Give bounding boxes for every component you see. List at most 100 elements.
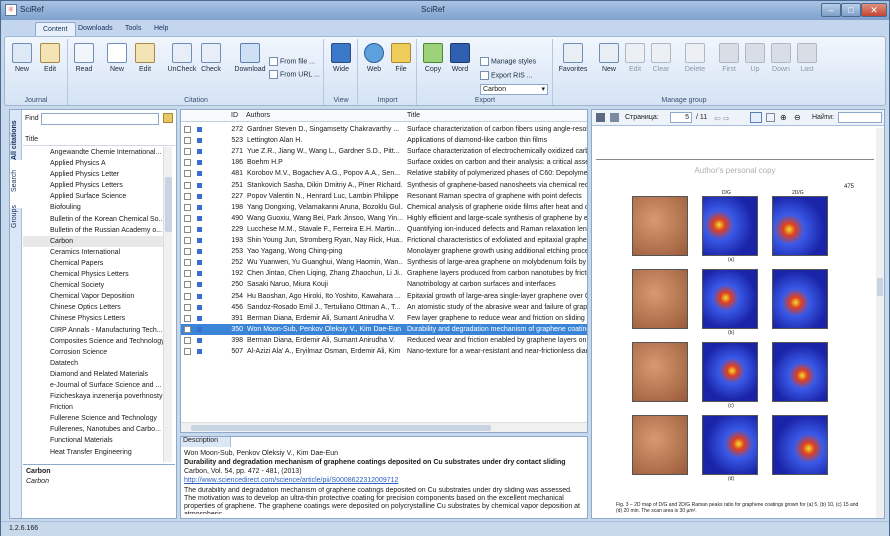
scroll-thumb[interactable] (877, 278, 883, 296)
list-item[interactable]: Corrosion Science (23, 347, 171, 358)
group-edit-button[interactable]: Edit (622, 43, 648, 73)
list-item[interactable]: Applied Surface Science (23, 191, 171, 202)
list-item[interactable]: Friction (23, 402, 171, 413)
table-row[interactable]: 398 Berman Diana, Erdemir Ali, Sumant Ani… (181, 335, 587, 346)
row-checkbox[interactable] (184, 137, 191, 145)
list-item[interactable]: Chemical Vapor Deposition (23, 291, 171, 302)
export-ris-button[interactable]: Export RIS ... (480, 71, 533, 80)
style-select[interactable]: Carbon ▾ (480, 84, 548, 95)
minimize-button[interactable]: – (821, 3, 841, 17)
journal-new-button[interactable]: New (9, 43, 35, 73)
last-button[interactable]: Last (794, 43, 820, 73)
row-checkbox[interactable] (184, 214, 191, 222)
check-button[interactable]: Check (198, 43, 224, 73)
fit-page-icon[interactable] (750, 112, 762, 123)
table-row[interactable]: 229 Lucchese M.M., Stavale F., Ferreira E… (181, 224, 587, 235)
row-checkbox[interactable] (184, 148, 191, 156)
read-button[interactable]: Read (71, 43, 97, 73)
pdf-find-input[interactable] (838, 112, 882, 123)
tab-tools[interactable]: Tools (118, 22, 148, 36)
tab-groups[interactable]: Groups (10, 205, 22, 258)
table-row[interactable]: 251 Stankovich Sasha, Dikin Dmitriy A., P… (181, 180, 587, 191)
table-row[interactable]: 391 Berman Diana, Erdemir Ali, Sumant Ani… (181, 313, 587, 324)
from-url-button[interactable]: From URL ... (269, 70, 320, 79)
list-item[interactable]: Bulletin of the Russian Academy o... (23, 225, 171, 236)
row-checkbox[interactable] (184, 170, 191, 178)
first-button[interactable]: First (716, 43, 742, 73)
list-item[interactable]: Datatech (23, 358, 171, 369)
page-input[interactable]: 5 (670, 112, 692, 123)
from-file-button[interactable]: From file ... (269, 57, 315, 66)
row-checkbox[interactable] (184, 270, 191, 278)
list-item[interactable]: Functional Materials (23, 435, 171, 446)
maximize-button[interactable]: □ (841, 3, 861, 17)
eraser-icon[interactable] (163, 113, 173, 123)
row-checkbox[interactable] (184, 303, 191, 311)
zoom-in-icon[interactable]: ⊕ (780, 113, 787, 122)
zoom-out-icon[interactable]: ⊖ (794, 113, 801, 122)
list-item[interactable]: Chemical Society (23, 280, 171, 291)
journal-scrollbar[interactable] (163, 147, 172, 462)
list-item[interactable]: Fizicheskaya inzenerija poverhnosty (23, 391, 171, 402)
horizontal-scrollbar[interactable] (181, 422, 587, 432)
import-web-button[interactable]: Web (361, 43, 387, 73)
pdf-scrollbar[interactable] (876, 128, 884, 518)
id-column-header[interactable]: ID (231, 112, 238, 119)
row-checkbox[interactable] (184, 126, 191, 133)
table-row[interactable]: 490 Wang Guoxiu, Wang Bei, Park Jinsoo, W… (181, 213, 587, 224)
group-new-button[interactable]: New (596, 43, 622, 73)
table-row[interactable]: 253 Yao Yagang, Wong Ching-ping Monolayer … (181, 246, 587, 257)
list-item[interactable]: Biofouling (23, 202, 171, 213)
fit-width-icon[interactable] (766, 113, 775, 122)
nav-arrows-icon[interactable]: ⇦ ⇨ (714, 114, 730, 123)
table-row[interactable]: 271 Yue Z.R., Jiang W., Wang L., Gardner … (181, 146, 587, 157)
copy-button[interactable]: Copy (420, 43, 446, 73)
tab-description[interactable]: Description (181, 437, 231, 447)
import-file-button[interactable]: File (388, 43, 414, 73)
list-item[interactable]: Bulletin of the Korean Chemical So... (23, 214, 171, 225)
desc-link[interactable]: http://www.sciencedirect.com/science/art… (184, 476, 584, 485)
list-item[interactable]: Chemical Physics Letters (23, 269, 171, 280)
list-item[interactable]: Fullerenes, Nanotubes and Carbo... (23, 424, 171, 435)
row-checkbox[interactable] (184, 325, 191, 333)
title-column-header[interactable]: Title (23, 136, 175, 146)
tab-downloads[interactable]: Downloads (71, 22, 120, 36)
table-row[interactable]: 456 Sandoz-Rosado Emil J., Tertuliano Ott… (181, 302, 587, 313)
save-icon[interactable] (596, 113, 605, 122)
table-row[interactable]: 227 Popov Valentin N., Henrard Luc, Lambi… (181, 191, 587, 202)
row-checkbox[interactable] (184, 159, 191, 167)
close-button[interactable]: ✕ (861, 3, 887, 17)
row-checkbox[interactable] (184, 181, 191, 189)
row-checkbox[interactable] (184, 336, 191, 344)
journal-edit-button[interactable]: Edit (37, 43, 63, 73)
up-button[interactable]: Up (742, 43, 768, 73)
list-item[interactable]: Carbon (23, 235, 171, 247)
table-row[interactable]: 350 Won Moon-Sub, Penkov Oleksiy V., Kim … (181, 323, 587, 335)
table-row[interactable]: 481 Korobov M.V., Bogachev A.G., Popov A.… (181, 168, 587, 179)
row-checkbox[interactable] (184, 203, 191, 211)
favorites-button[interactable]: Favorites (556, 43, 590, 73)
print-icon[interactable] (610, 113, 619, 122)
title-column-header[interactable]: Title (407, 112, 420, 119)
list-item[interactable]: Chinese Optics Letters (23, 302, 171, 313)
row-checkbox[interactable] (184, 348, 191, 355)
row-checkbox[interactable] (184, 314, 191, 322)
table-row[interactable]: 252 Wu Yuanwen, Yu Guanghui, Wang Haomin,… (181, 257, 587, 268)
row-checkbox[interactable] (184, 281, 191, 289)
table-row[interactable]: 186 Boehm H.P Surface oxides on carbon and… (181, 157, 587, 168)
table-row[interactable]: 193 Shin Young Jun, Stromberg Ryan, Nay R… (181, 235, 587, 246)
table-row[interactable]: 523 Lettington Alan H. Applications of dia… (181, 135, 587, 146)
list-item[interactable]: Angewandte Chemie International... (23, 147, 171, 158)
group-delete-button[interactable]: Delete (680, 43, 710, 73)
row-checkbox[interactable] (184, 237, 191, 244)
list-item[interactable]: Chinese Physics Letters (23, 313, 171, 324)
table-row[interactable]: 272 Gardner Steven D., Singamsetty Chakra… (181, 124, 587, 135)
list-item[interactable]: Composites Science and Technology (23, 336, 171, 347)
list-item[interactable]: Chemical Papers (23, 258, 171, 269)
list-item[interactable]: CIRP Annals - Manufacturing Tech... (23, 325, 171, 336)
list-item[interactable]: e-Journal of Surface Science and ... (23, 380, 171, 391)
wide-button[interactable]: Wide (328, 43, 354, 73)
table-row[interactable]: 250 Sasaki Naruo, Miura Kouji Nanotribolog… (181, 279, 587, 290)
find-input[interactable] (41, 113, 159, 125)
tab-help[interactable]: Help (147, 22, 175, 36)
